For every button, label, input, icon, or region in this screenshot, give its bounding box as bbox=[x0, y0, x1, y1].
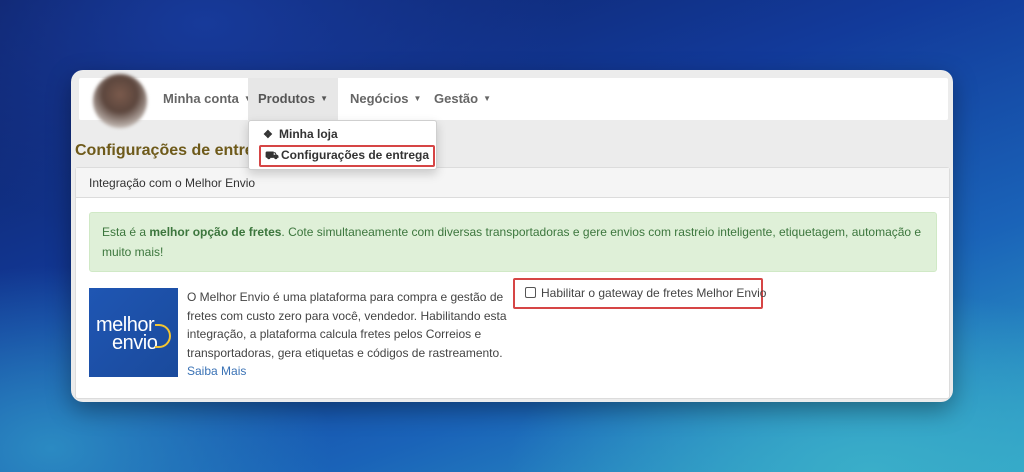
nav-minha-conta-label: Minha conta bbox=[163, 91, 239, 106]
menu-item-label: Configurações de entrega bbox=[281, 148, 430, 162]
nav-minha-conta[interactable]: Minha conta▼ bbox=[153, 78, 262, 120]
page-title: Configurações de entrega bbox=[75, 142, 251, 159]
description-text: O Melhor Envio é uma plataforma para com… bbox=[187, 290, 507, 360]
truck-icon: ⛟ bbox=[265, 150, 279, 162]
logo-swoosh bbox=[155, 324, 171, 348]
integration-description: O Melhor Envio é uma plataforma para com… bbox=[187, 288, 507, 381]
nav-gestao-label: Gestão bbox=[434, 91, 479, 106]
enable-gateway-label: Habilitar o gateway de fretes Melhor Env… bbox=[541, 286, 767, 300]
enable-gateway-option[interactable]: Habilitar o gateway de fretes Melhor Env… bbox=[513, 278, 767, 309]
caret-down-icon: ▼ bbox=[413, 93, 422, 103]
panel-heading: Integração com o Melhor Envio bbox=[76, 168, 949, 198]
nav-gestao[interactable]: Gestão ▼ bbox=[424, 78, 501, 120]
menu-item-label: Minha loja bbox=[279, 127, 338, 141]
menu-item-configuracoes-de-entrega[interactable]: ⛟ Configurações de entrega bbox=[259, 145, 436, 167]
integration-panel: Integração com o Melhor Envio Esta é a m… bbox=[75, 167, 950, 399]
caret-down-icon: ▼ bbox=[320, 93, 328, 103]
nav-negocios-label: Negócios bbox=[350, 91, 409, 106]
cubes-icon: ❖ bbox=[263, 129, 273, 141]
enable-gateway-checkbox[interactable] bbox=[525, 287, 536, 299]
logo-line2: envio bbox=[112, 332, 158, 354]
produtos-dropdown-menu: ❖ Minha loja ⛟ Configurações de entrega bbox=[248, 120, 437, 170]
user-avatar[interactable] bbox=[93, 74, 147, 128]
menu-item-minha-loja[interactable]: ❖ Minha loja bbox=[263, 127, 338, 141]
nav-produtos[interactable]: Produtos ▼ bbox=[248, 78, 338, 120]
top-navbar: Minha conta▼ Produtos ▼ Negócios ▼ Gestão ▼ bbox=[79, 74, 948, 128]
nav-produtos-label: Produtos bbox=[258, 91, 316, 106]
browser-window: Minha conta▼ Produtos ▼ Negócios ▼ Gestão ▼… bbox=[71, 70, 953, 402]
success-alert: Esta é a melhor opção de fretes. Cote si… bbox=[89, 212, 937, 272]
nav-negocios[interactable]: Negócios ▼ bbox=[340, 78, 431, 120]
melhor-envio-logo: melhor envio bbox=[89, 288, 178, 377]
saiba-mais-link[interactable]: Saiba Mais bbox=[187, 362, 507, 381]
caret-down-icon: ▼ bbox=[483, 93, 491, 103]
alert-prefix: Esta é a bbox=[102, 225, 150, 239]
alert-strong: melhor opção de fretes bbox=[149, 225, 282, 239]
